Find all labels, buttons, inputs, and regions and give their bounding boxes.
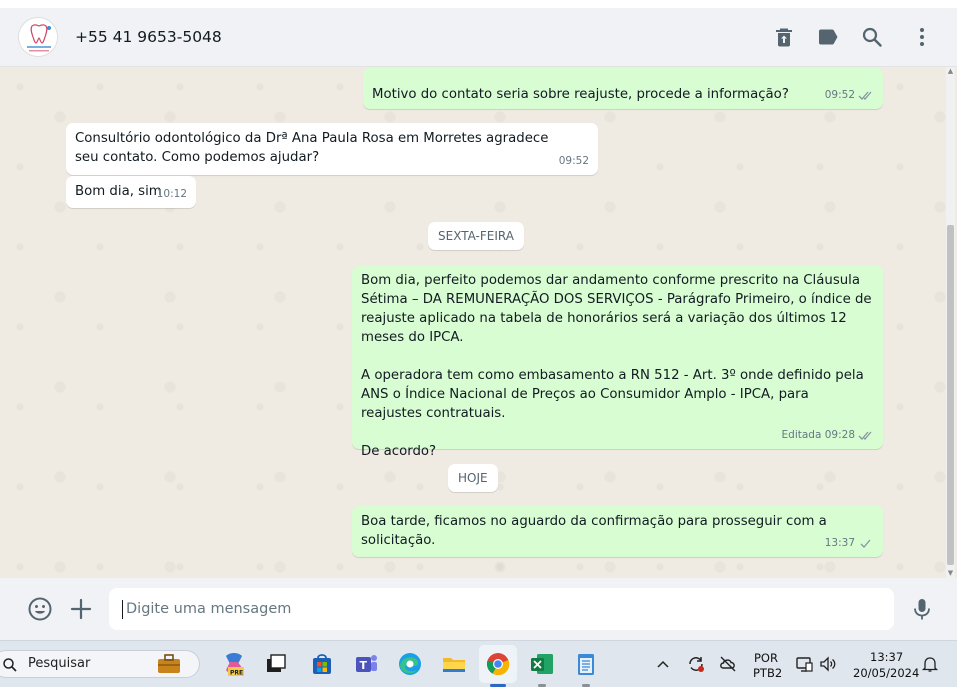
attach-plus-icon[interactable]: [68, 596, 94, 622]
display-icon[interactable]: [794, 654, 814, 674]
chat-scrollbar[interactable]: ▲ ▼: [946, 67, 955, 578]
emoji-icon[interactable]: [27, 596, 53, 622]
message-time: 10:12: [156, 188, 187, 200]
microphone-icon[interactable]: [909, 596, 935, 622]
sent-single-tick-icon: [860, 539, 871, 548]
message-time: 09:52: [558, 155, 589, 167]
clock-time[interactable]: 13:37: [870, 650, 903, 664]
window-top-strip: [0, 0, 957, 8]
language-indicator[interactable]: POR: [754, 651, 778, 665]
message-text: Boa tarde, ficamos no aguardo da confirm…: [361, 514, 827, 548]
avatar[interactable]: [18, 17, 58, 57]
excel-icon[interactable]: [528, 650, 556, 678]
message-input[interactable]: Digite uma mensagem: [109, 588, 894, 630]
read-double-tick-icon: [858, 431, 872, 440]
edge-icon[interactable]: [396, 650, 424, 678]
os-taskbar: Pesquisar PRE T POR PTB2 13:37 20/05/202…: [0, 640, 957, 687]
message-meta: 09:52: [825, 86, 874, 105]
day-separator: HOJE: [448, 464, 498, 492]
message-time: Editada 09:28: [781, 429, 855, 441]
sync-icon[interactable]: [686, 654, 706, 674]
store-icon[interactable]: [308, 650, 336, 678]
message-text: Motivo do contato seria sobre reajuste, …: [372, 87, 789, 102]
scrollbar-thumb[interactable]: [947, 225, 954, 565]
scroll-down-arrow-icon[interactable]: ▼: [946, 569, 955, 578]
briefcase-icon[interactable]: [155, 653, 183, 675]
message-bubble[interactable]: Consultório odontológico da Drª Ana Paul…: [66, 123, 598, 175]
message-bubble[interactable]: Bom dia, sim 10:12: [66, 176, 196, 208]
chevron-up-icon[interactable]: [656, 658, 670, 670]
read-double-tick-icon: [858, 91, 872, 100]
message-bubble[interactable]: Bom dia, perfeito podemos dar andamento …: [352, 266, 883, 459]
message-composer: Digite uma mensagem: [0, 578, 957, 640]
copilot-pre-icon[interactable]: PRE: [220, 650, 248, 678]
notepad-icon[interactable]: [572, 650, 600, 678]
search-icon: [3, 658, 17, 672]
task-view-icon[interactable]: [262, 650, 290, 678]
tooth-logo-icon: [19, 18, 57, 56]
taskbar-search-box[interactable]: Pesquisar: [0, 650, 200, 678]
keyboard-layout-indicator[interactable]: PTB2: [753, 666, 782, 680]
notification-bell-icon[interactable]: [921, 655, 939, 673]
message-input-placeholder: Digite uma mensagem: [126, 601, 292, 617]
network-offline-icon[interactable]: [718, 654, 738, 674]
menu-icon[interactable]: [910, 25, 934, 49]
volume-icon[interactable]: [818, 654, 838, 674]
contact-name[interactable]: +55 41 9653-5048: [75, 28, 222, 46]
scroll-up-arrow-icon[interactable]: ▲: [946, 67, 955, 76]
message-bubble[interactable]: Motivo do contato seria sobre reajuste, …: [363, 68, 883, 109]
svg-text:PRE: PRE: [230, 670, 243, 677]
label-icon[interactable]: [816, 25, 840, 49]
taskbar-search-label: Pesquisar: [28, 656, 91, 671]
file-explorer-icon[interactable]: [440, 650, 468, 678]
chat-header: +55 41 9653-5048: [0, 8, 957, 67]
message-meta: 10:12: [157, 185, 187, 204]
message-time: 09:52: [824, 89, 855, 101]
clock-date[interactable]: 20/05/2024: [853, 666, 919, 680]
message-meta: 09:52: [559, 152, 589, 171]
message-meta: Editada 09:28: [782, 426, 874, 445]
delete-icon[interactable]: [772, 25, 796, 49]
message-bubble[interactable]: Boa tarde, ficamos no aguardo da confirm…: [352, 506, 883, 557]
teams-icon[interactable]: T: [352, 650, 380, 678]
svg-text:T: T: [360, 659, 368, 672]
search-icon[interactable]: [860, 25, 884, 49]
message-time: 13:37: [824, 537, 855, 549]
text-caret: [122, 599, 123, 619]
message-text: Consultório odontológico da Drª Ana Paul…: [75, 131, 549, 165]
chrome-icon[interactable]: [484, 650, 512, 678]
message-list[interactable]: Motivo do contato seria sobre reajuste, …: [0, 67, 957, 578]
message-meta: 13:37: [825, 534, 874, 553]
day-separator: SEXTA-FEIRA: [428, 222, 524, 250]
